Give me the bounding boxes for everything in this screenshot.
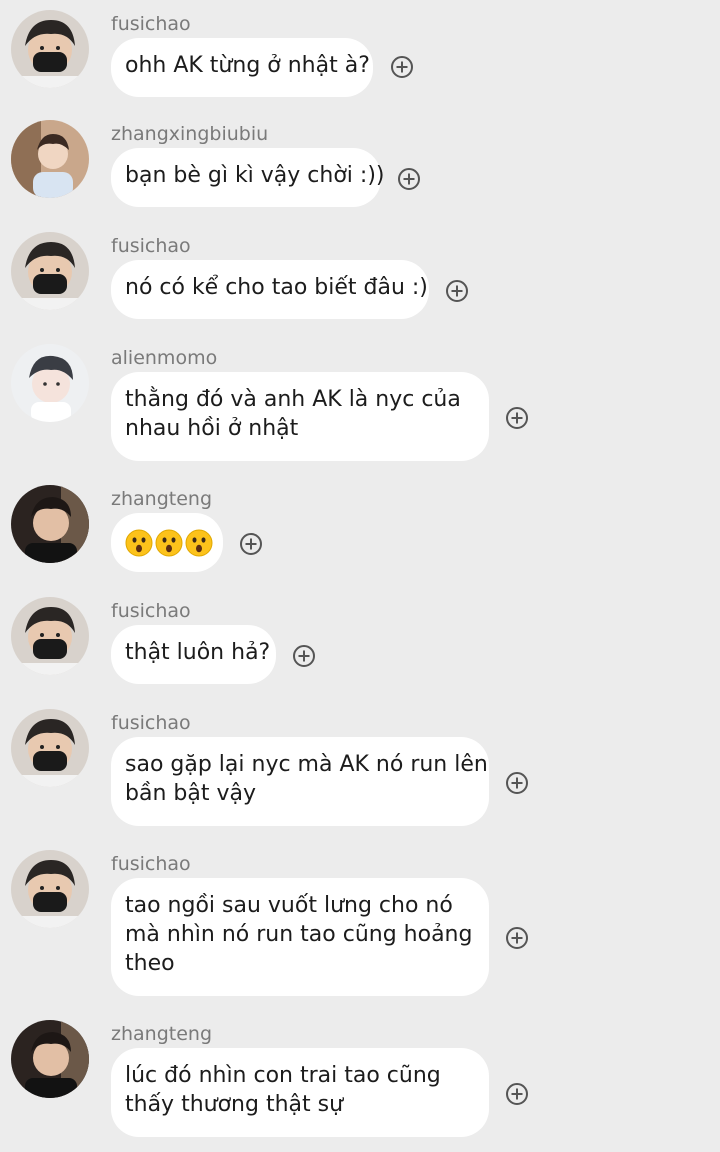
add-reaction-icon[interactable] bbox=[391, 56, 413, 78]
fusichao-avatar-image bbox=[11, 232, 89, 310]
username: fusichao bbox=[111, 853, 191, 875]
message-text: ohh AK từng ở nhật à? bbox=[125, 53, 370, 78]
avatar[interactable] bbox=[11, 485, 89, 563]
avatar[interactable] bbox=[11, 232, 89, 310]
message-text: bạn bè gì kì vậy chời :)) bbox=[125, 163, 385, 188]
message-text-line: sao gặp lại nyc mà AK nó run lên bbox=[125, 752, 488, 777]
message-bubble[interactable]: lúc đó nhìn con trai tao cũng thấy thươn… bbox=[111, 1048, 489, 1137]
message-text-line: thấy thương thật sự bbox=[125, 1092, 344, 1117]
message-bubble[interactable]: thật luôn hả? bbox=[111, 625, 276, 684]
avatar[interactable] bbox=[11, 10, 89, 88]
message-bubble[interactable]: bạn bè gì kì vậy chời :)) bbox=[111, 148, 385, 207]
message-bubble[interactable]: ohh AK từng ở nhật à? bbox=[111, 38, 373, 97]
message-text-line: bần bật vậy bbox=[125, 781, 256, 806]
chat-list: fusichao ohh AK từng ở nhật à? zhangxing… bbox=[0, 0, 720, 1152]
username: fusichao bbox=[111, 712, 191, 734]
message-bubble[interactable]: sao gặp lại nyc mà AK nó run lên bần bật… bbox=[111, 737, 489, 826]
message-text-line: nhau hồi ở nhật bbox=[125, 416, 299, 441]
username: zhangteng bbox=[111, 1023, 213, 1045]
add-reaction-icon[interactable] bbox=[506, 1083, 528, 1105]
alienmomo-avatar-image bbox=[11, 344, 89, 422]
fusichao-avatar-image bbox=[11, 10, 89, 88]
message-text-line: tao ngồi sau vuốt lưng cho nó bbox=[125, 893, 453, 918]
username: fusichao bbox=[111, 235, 191, 257]
message-text-line: thằng đó và anh AK là nyc của bbox=[125, 387, 461, 412]
zhangxingbiubiu-avatar-image bbox=[11, 120, 89, 198]
message-bubble[interactable]: thằng đó và anh AK là nyc của nhau hồi ở… bbox=[111, 372, 489, 461]
fusichao-avatar-image bbox=[11, 709, 89, 787]
avatar[interactable] bbox=[11, 597, 89, 675]
username: alienmomo bbox=[111, 347, 218, 369]
add-reaction-icon[interactable] bbox=[398, 168, 420, 190]
add-reaction-icon[interactable] bbox=[446, 280, 468, 302]
message-text-line: mà nhìn nó run tao cũng hoảng bbox=[125, 922, 473, 947]
message-text-line: theo bbox=[125, 951, 175, 976]
hushed-face-emoji bbox=[185, 529, 213, 557]
zhangteng-avatar-image bbox=[11, 1020, 89, 1098]
avatar[interactable] bbox=[11, 850, 89, 928]
fusichao-avatar-image bbox=[11, 850, 89, 928]
message-bubble[interactable] bbox=[111, 513, 223, 572]
username: fusichao bbox=[111, 600, 191, 622]
emoji-group bbox=[125, 529, 213, 557]
add-reaction-icon[interactable] bbox=[506, 927, 528, 949]
username: zhangteng bbox=[111, 488, 213, 510]
message-text: nó có kể cho tao biết đâu :) bbox=[125, 275, 428, 300]
hushed-face-emoji bbox=[155, 529, 183, 557]
fusichao-avatar-image bbox=[11, 597, 89, 675]
username: fusichao bbox=[111, 13, 191, 35]
avatar[interactable] bbox=[11, 120, 89, 198]
hushed-face-emoji bbox=[125, 529, 153, 557]
message-text: thật luôn hả? bbox=[125, 640, 271, 665]
avatar[interactable] bbox=[11, 344, 89, 422]
zhangteng-avatar-image bbox=[11, 485, 89, 563]
add-reaction-icon[interactable] bbox=[293, 645, 315, 667]
message-bubble[interactable]: tao ngồi sau vuốt lưng cho nó mà nhìn nó… bbox=[111, 878, 489, 996]
message-bubble[interactable]: nó có kể cho tao biết đâu :) bbox=[111, 260, 429, 319]
add-reaction-icon[interactable] bbox=[506, 772, 528, 794]
avatar[interactable] bbox=[11, 1020, 89, 1098]
message-text-line: lúc đó nhìn con trai tao cũng bbox=[125, 1063, 441, 1088]
avatar[interactable] bbox=[11, 709, 89, 787]
add-reaction-icon[interactable] bbox=[240, 533, 262, 555]
add-reaction-icon[interactable] bbox=[506, 407, 528, 429]
username: zhangxingbiubiu bbox=[111, 123, 269, 145]
